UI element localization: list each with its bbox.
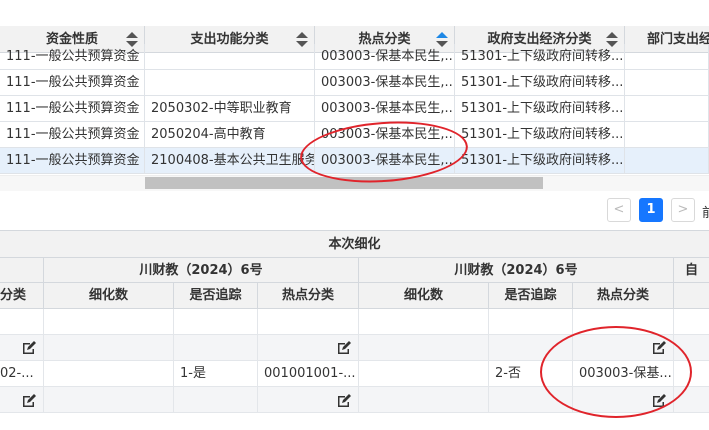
edit-icon[interactable] xyxy=(336,340,352,356)
cell-dept-expense xyxy=(625,148,709,174)
doc-group-title: 自 xyxy=(684,263,698,278)
sub-header-hotspot: 热点分类 xyxy=(258,283,359,309)
cell-track[interactable] xyxy=(489,387,573,413)
doc-group-title: 川财教（2024）6号 xyxy=(139,263,263,278)
sub-header-label: 分类 xyxy=(0,288,27,303)
cell-track[interactable] xyxy=(489,335,573,361)
cell-function-class: 2050302-中等职业教育 xyxy=(145,96,315,122)
edit-icon[interactable] xyxy=(21,340,37,356)
cell-function-class xyxy=(145,44,315,70)
sub-header-class: 分类 xyxy=(0,283,44,309)
cell-econ-class: 51301-上下级政府间转移... xyxy=(455,70,625,96)
cell-detail-amount[interactable] xyxy=(44,309,174,335)
group-header-detail: 本次细化 xyxy=(0,230,709,258)
cell-track[interactable] xyxy=(174,387,258,413)
sub-header-label: 细化数 xyxy=(403,288,443,303)
cell-econ-class: 51301-上下级政府间转移... xyxy=(455,96,625,122)
cell-stub xyxy=(674,335,709,361)
cell-dept-expense xyxy=(625,44,709,70)
edit-icon[interactable] xyxy=(651,393,667,409)
sub-header-track: 是否追踪 xyxy=(489,283,573,309)
cell-fund-nature: 111-一般公共预算资金 xyxy=(0,44,145,70)
cell-stub xyxy=(674,387,709,413)
cell-econ-class: 51301-上下级政府间转移... xyxy=(455,148,625,174)
cell-hotspot: 003003-保基本民生,... xyxy=(315,148,455,174)
cell-fund-nature: 111-一般公共预算资金 xyxy=(0,122,145,148)
edit-icon[interactable] xyxy=(336,393,352,409)
sub-header-label: 热点分类 xyxy=(596,288,649,303)
cell-detail-amount[interactable] xyxy=(359,361,489,387)
cell-function-class: 2100408-基本公共卫生服务 xyxy=(145,148,315,174)
cell-fund-nature: 111-一般公共预算资金 xyxy=(0,96,145,122)
cell-detail-amount[interactable] xyxy=(44,361,174,387)
cell-stub xyxy=(674,309,709,335)
sub-header-detail-amount: 细化数 xyxy=(44,283,174,309)
cell-hotspot[interactable] xyxy=(573,309,674,335)
cell-hotspot: 003003-保基本民生,... xyxy=(315,96,455,122)
cell-track[interactable] xyxy=(174,335,258,361)
sub-header-hotspot: 热点分类 xyxy=(573,283,674,309)
cell-econ-class: 51301-上下级政府间转移... xyxy=(455,44,625,70)
horizontal-scrollbar-thumb[interactable] xyxy=(145,177,543,189)
cell-class xyxy=(0,309,44,335)
cell-hotspot: 003003-保基本民生,... xyxy=(315,70,455,96)
cell-stub xyxy=(674,361,709,387)
cell-hotspot[interactable]: 001001001-... xyxy=(258,361,359,387)
group-title: 本次细化 xyxy=(328,237,381,252)
cell-hotspot[interactable]: 003003-保基... xyxy=(573,361,674,387)
cell-detail-amount[interactable] xyxy=(44,387,174,413)
page-1-button[interactable]: 1 xyxy=(639,198,663,222)
cell-track[interactable] xyxy=(174,309,258,335)
prev-page-button[interactable]: < xyxy=(607,198,631,222)
cell-hotspot: 003003-保基本民生,... xyxy=(315,122,455,148)
edit-icon[interactable] xyxy=(21,393,37,409)
sub-header-label: 热点分类 xyxy=(281,288,334,303)
cell-function-class xyxy=(145,70,315,96)
sub-header-stub xyxy=(674,283,709,309)
cell-detail-amount[interactable] xyxy=(44,335,174,361)
cell-detail-amount[interactable] xyxy=(359,309,489,335)
doc-group-header-2: 川财教（2024）6号 xyxy=(359,258,674,283)
cell-fund-nature: 111-一般公共预算资金 xyxy=(0,148,145,174)
next-page-button[interactable]: > xyxy=(671,198,695,222)
doc-group-title: 川财教（2024）6号 xyxy=(454,263,578,278)
cell-dept-expense xyxy=(625,122,709,148)
sub-header-label: 是否追踪 xyxy=(189,288,242,303)
edit-icon[interactable] xyxy=(651,340,667,356)
cell-dept-expense xyxy=(625,70,709,96)
cell-detail-amount[interactable] xyxy=(359,335,489,361)
pagination-tail-text: 前 xyxy=(702,206,709,221)
cell-econ-class: 51301-上下级政府间转移... xyxy=(455,122,625,148)
cell-function-class: 2050204-高中教育 xyxy=(145,122,315,148)
cell-track[interactable]: 2-否 xyxy=(489,361,573,387)
cell-track[interactable] xyxy=(489,309,573,335)
cell-fund-nature: 111-一般公共预算资金 xyxy=(0,70,145,96)
sub-header-track: 是否追踪 xyxy=(174,283,258,309)
cell-class: 02-... xyxy=(0,361,44,387)
cell-hotspot[interactable] xyxy=(258,309,359,335)
doc-group-header-1: 川财教（2024）6号 xyxy=(44,258,359,283)
cell-track[interactable]: 1-是 xyxy=(174,361,258,387)
sub-header-label: 细化数 xyxy=(88,288,128,303)
sub-header-detail-amount: 细化数 xyxy=(359,283,489,309)
doc-group-header-left-stub xyxy=(0,258,44,283)
cell-hotspot: 003003-保基本民生,... xyxy=(315,44,455,70)
cell-detail-amount[interactable] xyxy=(359,387,489,413)
doc-group-header-3: 自 xyxy=(674,258,709,283)
cell-dept-expense xyxy=(625,96,709,122)
sub-header-label: 是否追踪 xyxy=(504,288,557,303)
